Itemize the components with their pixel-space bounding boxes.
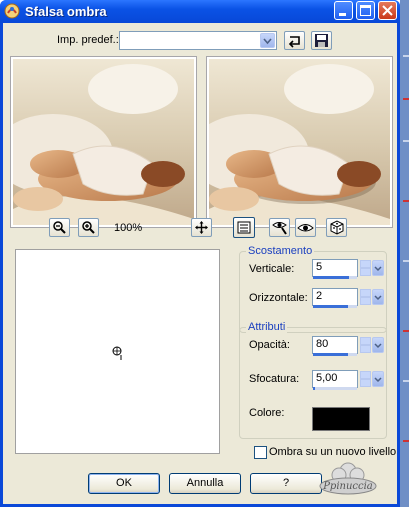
list-icon bbox=[237, 221, 251, 234]
proof-icon bbox=[272, 222, 287, 235]
cancel-button[interactable]: Annulla bbox=[169, 473, 241, 494]
dialog-client: Imp. predef.: 100% Scostamento Verticale… bbox=[3, 23, 397, 504]
horizontal-input[interactable]: 2 bbox=[312, 288, 358, 306]
dialog-window: Sfalsa ombra Imp. predef.: 100% Scostame… bbox=[0, 0, 400, 507]
preview-image bbox=[209, 59, 390, 225]
eye-icon bbox=[297, 224, 314, 232]
move-icon bbox=[195, 221, 208, 234]
randomize-button[interactable] bbox=[326, 218, 347, 237]
preview-image bbox=[13, 59, 194, 225]
zoom-in-icon bbox=[82, 221, 95, 234]
zoom-level: 100% bbox=[114, 222, 143, 234]
horizontal-spinner[interactable] bbox=[360, 289, 371, 305]
close-icon bbox=[382, 5, 393, 16]
offset-canvas[interactable] bbox=[15, 249, 220, 454]
vertical-input[interactable]: 5 bbox=[312, 259, 358, 277]
title-bar[interactable]: Sfalsa ombra bbox=[0, 0, 400, 23]
preview-toggle-button[interactable] bbox=[295, 218, 316, 237]
blur-input[interactable]: 5,00 bbox=[312, 370, 358, 388]
horizontal-label: Orizzontale: bbox=[249, 292, 308, 304]
chevron-down-icon[interactable] bbox=[260, 33, 275, 48]
ok-button[interactable]: OK bbox=[88, 473, 160, 494]
chevron-down-icon[interactable] bbox=[372, 289, 384, 305]
show-params-toggle[interactable] bbox=[233, 217, 255, 238]
blur-slider-track[interactable] bbox=[313, 387, 357, 390]
color-label: Colore: bbox=[249, 407, 285, 419]
opacity-label: Opacità: bbox=[249, 339, 290, 351]
help-button[interactable]: ? bbox=[250, 473, 322, 494]
watermark-flower: Ppinuccia bbox=[319, 462, 377, 495]
window-title: Sfalsa ombra bbox=[25, 4, 107, 19]
result-preview[interactable] bbox=[206, 56, 393, 228]
opacity-spinner[interactable] bbox=[360, 337, 371, 353]
color-swatch[interactable] bbox=[312, 407, 370, 431]
proof-button[interactable] bbox=[269, 218, 290, 237]
vertical-spinner[interactable] bbox=[360, 260, 371, 276]
dice-icon bbox=[330, 220, 344, 235]
blur-slider-fill bbox=[313, 387, 315, 390]
save-preset-button[interactable] bbox=[311, 31, 332, 50]
opacity-slider-fill bbox=[313, 353, 348, 356]
minimize-button[interactable] bbox=[334, 1, 353, 20]
attributes-group-title: Attributi bbox=[246, 321, 288, 333]
chevron-down-icon[interactable] bbox=[372, 260, 384, 276]
watermark-text: Ppinuccia bbox=[322, 481, 373, 492]
new-layer-checkbox[interactable] bbox=[254, 446, 267, 459]
reset-preset-button[interactable] bbox=[284, 31, 305, 50]
close-button[interactable] bbox=[378, 1, 397, 20]
horizontal-slider-fill bbox=[313, 305, 348, 308]
preset-combo[interactable] bbox=[119, 31, 277, 50]
maximize-button[interactable] bbox=[356, 1, 375, 20]
opacity-input[interactable]: 80 bbox=[312, 336, 358, 354]
zoom-in-button[interactable] bbox=[78, 218, 99, 237]
crosshair-icon[interactable] bbox=[110, 345, 126, 361]
preset-label: Imp. predef.: bbox=[57, 34, 119, 46]
app-icon bbox=[4, 3, 20, 19]
blur-spinner[interactable] bbox=[360, 371, 371, 387]
background-strip bbox=[400, 0, 409, 507]
blur-label: Sfocatura: bbox=[249, 373, 300, 385]
source-preview[interactable] bbox=[10, 56, 197, 228]
watermark-logo: Ppinuccia bbox=[315, 457, 381, 495]
chevron-down-icon[interactable] bbox=[372, 371, 384, 387]
pan-button[interactable] bbox=[191, 218, 212, 237]
offset-group-title: Scostamento bbox=[246, 245, 315, 257]
minimize-icon bbox=[339, 13, 346, 16]
zoom-out-button[interactable] bbox=[49, 218, 70, 237]
maximize-icon bbox=[360, 5, 371, 16]
save-icon bbox=[315, 34, 328, 47]
reset-icon bbox=[288, 36, 300, 48]
zoom-out-icon bbox=[53, 221, 66, 234]
vertical-slider-fill bbox=[313, 276, 349, 279]
chevron-down-icon[interactable] bbox=[372, 337, 384, 353]
vertical-label: Verticale: bbox=[249, 263, 295, 275]
